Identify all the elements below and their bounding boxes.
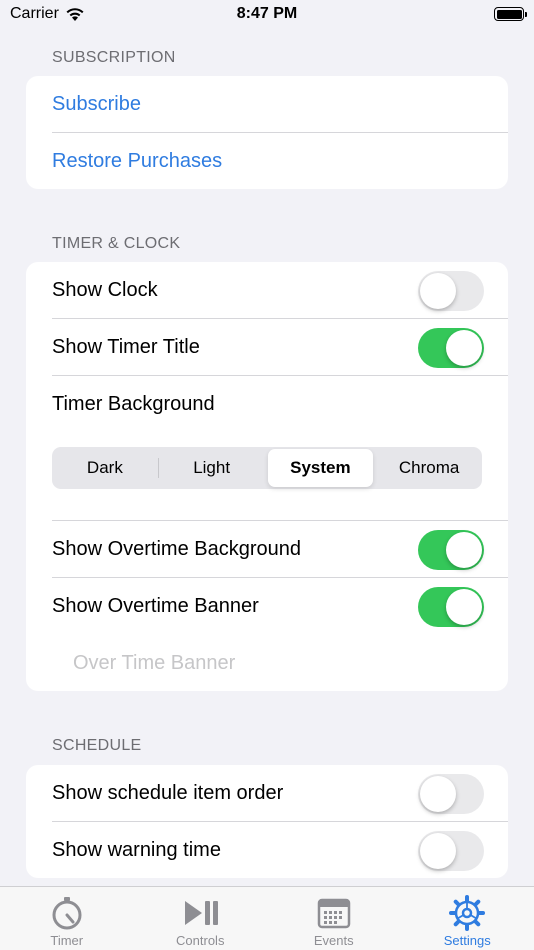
play-pause-icon bbox=[185, 901, 219, 925]
tab-events[interactable]: Events bbox=[267, 887, 401, 950]
segment-divider bbox=[265, 458, 266, 478]
show-warning-time-row: Show warning time bbox=[26, 822, 508, 878]
subscription-group: Subscribe Restore Purchases bbox=[26, 76, 508, 189]
overtime-banner-placeholder[interactable]: Over Time Banner bbox=[73, 635, 235, 691]
tab-controls-label: Controls bbox=[176, 933, 225, 948]
segment-dark[interactable]: Dark bbox=[52, 447, 158, 489]
section-header-schedule: SCHEDULE bbox=[52, 737, 142, 754]
show-schedule-item-order-toggle[interactable] bbox=[418, 774, 484, 814]
show-clock-label: Show Clock bbox=[52, 279, 158, 301]
tab-settings-label: Settings bbox=[443, 933, 491, 948]
tab-bar: Timer Controls Events Settings bbox=[0, 886, 534, 950]
overtime-banner-text-field[interactable]: Over Time Banner bbox=[26, 635, 508, 691]
show-schedule-item-order-row: Show schedule item order bbox=[26, 765, 508, 822]
tab-timer-label: Timer bbox=[50, 933, 84, 948]
timer-clock-group: Show Clock Show Timer Title Timer Backgr… bbox=[26, 262, 508, 691]
show-overtime-background-toggle[interactable] bbox=[418, 530, 484, 570]
battery-icon bbox=[494, 7, 527, 21]
show-clock-toggle[interactable] bbox=[418, 271, 484, 311]
timer-icon bbox=[52, 897, 82, 930]
show-timer-title-toggle[interactable] bbox=[418, 328, 484, 368]
restore-purchases-row[interactable]: Restore Purchases bbox=[26, 133, 508, 189]
timer-background-segmented-control[interactable]: Dark Light System Chroma bbox=[52, 447, 482, 489]
show-overtime-background-label: Show Overtime Background bbox=[52, 538, 302, 560]
show-overtime-banner-toggle[interactable] bbox=[418, 587, 484, 627]
tab-controls[interactable]: Controls bbox=[134, 887, 268, 950]
gear-icon bbox=[449, 895, 486, 931]
segment-system[interactable]: System bbox=[267, 449, 374, 487]
calendar-icon bbox=[317, 898, 350, 929]
section-header-timer-clock: TIMER & CLOCK bbox=[52, 235, 181, 252]
timer-background-label: Timer Background bbox=[52, 393, 215, 415]
show-clock-row: Show Clock bbox=[26, 262, 508, 319]
show-overtime-background-row: Show Overtime Background bbox=[26, 521, 508, 578]
restore-purchases-button[interactable]: Restore Purchases bbox=[52, 133, 222, 189]
show-overtime-banner-row: Show Overtime Banner bbox=[26, 578, 508, 635]
subscribe-button[interactable]: Subscribe bbox=[52, 76, 141, 133]
show-overtime-banner-label: Show Overtime Banner bbox=[52, 595, 259, 617]
show-warning-time-toggle[interactable] bbox=[418, 831, 484, 871]
schedule-group: Show schedule item order Show warning ti… bbox=[26, 765, 508, 878]
show-timer-title-label: Show Timer Title bbox=[52, 336, 200, 358]
show-schedule-item-order-label: Show schedule item order bbox=[52, 782, 284, 804]
subscribe-row[interactable]: Subscribe bbox=[26, 76, 508, 133]
segment-light[interactable]: Light bbox=[159, 447, 265, 489]
tab-settings[interactable]: Settings bbox=[401, 887, 534, 950]
section-header-subscription: SUBSCRIPTION bbox=[52, 49, 176, 66]
segment-chroma[interactable]: Chroma bbox=[376, 447, 482, 489]
status-time: 8:47 PM bbox=[236, 5, 298, 22]
tab-timer[interactable]: Timer bbox=[0, 887, 134, 950]
tab-events-label: Events bbox=[313, 933, 354, 948]
show-timer-title-row: Show Timer Title bbox=[26, 319, 508, 376]
show-warning-time-label: Show warning time bbox=[52, 839, 221, 861]
timer-background-row: Timer Background Dark Light System Chrom… bbox=[26, 376, 508, 521]
status-bar: Carrier 8:47 PM bbox=[0, 0, 534, 30]
